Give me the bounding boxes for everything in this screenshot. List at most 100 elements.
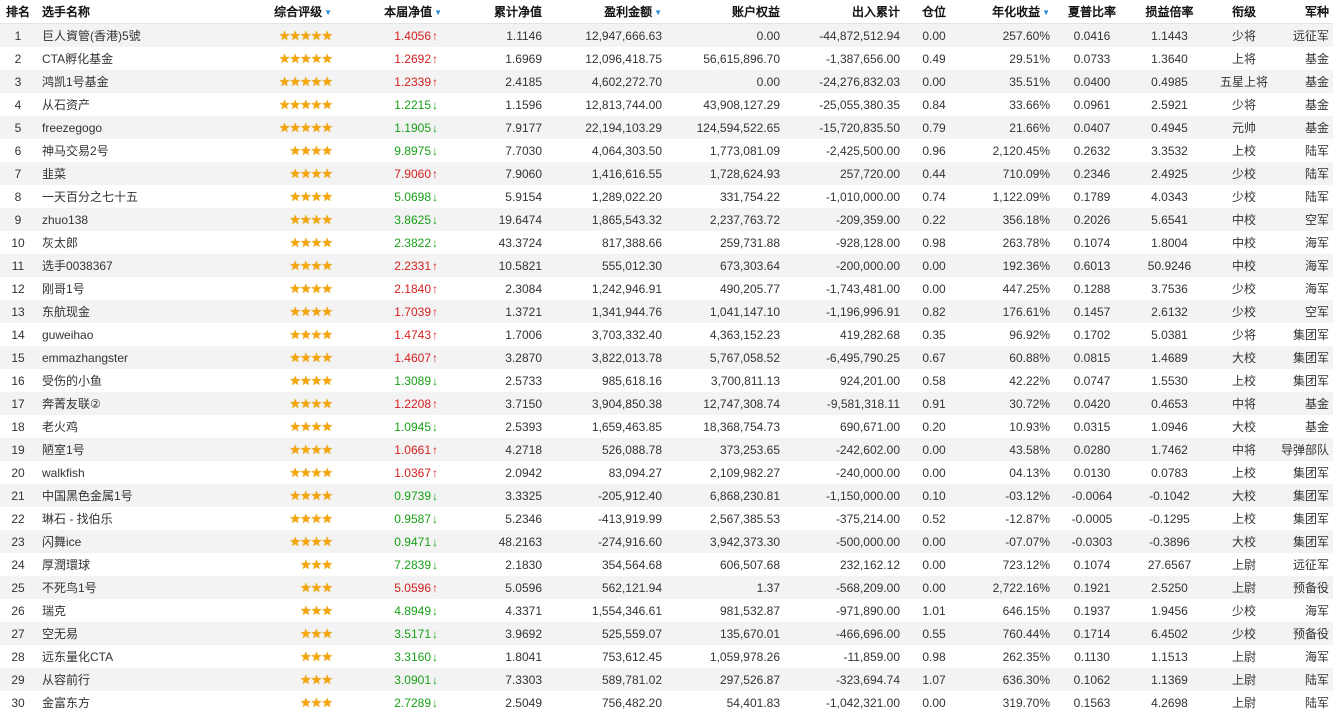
pl-ratio-cell: 1.1443 <box>1130 23 1209 47</box>
annual-cell: 262.35% <box>964 645 1054 668</box>
player-name-link[interactable]: 选手0038367 <box>36 254 246 277</box>
sharpe-cell: -0.0064 <box>1054 484 1130 507</box>
arrow-down-icon: ↓ <box>432 488 438 503</box>
cum-nav-cell: 5.9154 <box>446 185 546 208</box>
player-name-link[interactable]: 不死鸟1号 <box>36 576 246 599</box>
nav-cell: 1.7039↑ <box>336 300 446 323</box>
star-icon: ★★★★ <box>289 372 333 388</box>
player-name-link[interactable]: 瑞克 <box>36 599 246 622</box>
player-name-link[interactable]: 受伤的小鱼 <box>36 369 246 392</box>
nav-value: 1.0661 <box>394 442 431 457</box>
player-name-link[interactable]: 韭菜 <box>36 162 246 185</box>
sharpe-cell: 0.1789 <box>1054 185 1130 208</box>
title-cell: 上校 <box>1209 461 1279 484</box>
player-name-link[interactable]: zhuo138 <box>36 208 246 231</box>
player-name-link[interactable]: 远东量化CTA <box>36 645 246 668</box>
nav-cell: 1.1905↓ <box>336 116 446 139</box>
player-name-link[interactable]: 厚潤環球 <box>36 553 246 576</box>
rank-cell: 28 <box>0 645 36 668</box>
pl-ratio-cell: 5.0381 <box>1130 323 1209 346</box>
annual-cell: 35.51% <box>964 70 1054 93</box>
col-header-annual[interactable]: 年化收益 ▼ <box>964 0 1054 24</box>
sharpe-cell: 0.0420 <box>1054 392 1130 415</box>
table-row: 23 闪舞ice ★★★★ 0.9471↓ 48.2163 -274,916.60 3,94… <box>0 530 1333 553</box>
player-name-link[interactable]: 东航现金 <box>36 300 246 323</box>
cum-nav-cell: 4.2718 <box>446 438 546 461</box>
cum-nav-cell: 2.3084 <box>446 277 546 300</box>
nav-cell: 7.9060↑ <box>336 162 446 185</box>
position-cell: 0.00 <box>904 530 964 553</box>
title-cell: 上尉 <box>1209 576 1279 599</box>
annual-cell: 646.15% <box>964 599 1054 622</box>
sharpe-cell: 0.1062 <box>1054 668 1130 691</box>
pl-ratio-cell: 2.6132 <box>1130 300 1209 323</box>
sort-caret-icon[interactable]: ▼ <box>654 8 662 17</box>
col-header-position: 仓位 <box>904 0 964 24</box>
position-cell: 0.00 <box>904 553 964 576</box>
player-name-link[interactable]: 灰太郎 <box>36 231 246 254</box>
player-name-link[interactable]: guweihao <box>36 323 246 346</box>
profit-cell: 589,781.02 <box>546 668 666 691</box>
branch-cell: 预备役 <box>1279 622 1333 645</box>
player-name-link[interactable]: 鸿凯1号基金 <box>36 70 246 93</box>
position-cell: 0.55 <box>904 622 964 645</box>
player-name-link[interactable]: freezegogo <box>36 116 246 139</box>
arrow-down-icon: ↓ <box>432 120 438 135</box>
player-name-link[interactable]: 从容前行 <box>36 668 246 691</box>
profit-cell: 817,388.66 <box>546 231 666 254</box>
player-name-link[interactable]: 刚哥1号 <box>36 277 246 300</box>
pl-ratio-cell: 3.7536 <box>1130 277 1209 300</box>
arrow-up-icon: ↑ <box>432 304 438 319</box>
sharpe-cell: 0.0130 <box>1054 461 1130 484</box>
table-row: 7 韭菜 ★★★★ 7.9060↑ 7.9060 1,416,616.55 1,728,62… <box>0 162 1333 185</box>
sort-caret-icon[interactable]: ▼ <box>434 8 442 17</box>
player-name-link[interactable]: CTA孵化基金 <box>36 47 246 70</box>
title-cell: 大校 <box>1209 346 1279 369</box>
table-row: 8 一天百分之七十五 ★★★★ 5.0698↓ 5.9154 1,289,022.20 33… <box>0 185 1333 208</box>
position-cell: 0.98 <box>904 645 964 668</box>
star-icon: ★★★★ <box>289 234 333 250</box>
player-name-link[interactable]: 陋室1号 <box>36 438 246 461</box>
sort-caret-icon[interactable]: ▼ <box>1042 8 1050 17</box>
player-name-link[interactable]: 从石资产 <box>36 93 246 116</box>
branch-cell: 集团军 <box>1279 461 1333 484</box>
nav-value: 1.4743 <box>394 327 431 342</box>
col-header-nav[interactable]: 本届净值 ▼ <box>336 0 446 24</box>
sharpe-cell: 0.0747 <box>1054 369 1130 392</box>
player-name-link[interactable]: 琳石 - 找伯乐 <box>36 507 246 530</box>
flow-cell: -323,694.74 <box>784 668 904 691</box>
player-name-link[interactable]: 奔菁友联② <box>36 392 246 415</box>
title-cell: 大校 <box>1209 415 1279 438</box>
player-name-link[interactable]: 空无易 <box>36 622 246 645</box>
sort-caret-icon[interactable]: ▼ <box>324 8 332 17</box>
title-cell: 少校 <box>1209 599 1279 622</box>
player-name-link[interactable]: walkfish <box>36 461 246 484</box>
table-row: 5 freezegogo ★★★★★ 1.1905↓ 7.9177 22,194,103.… <box>0 116 1333 139</box>
player-name-link[interactable]: 金富东方 <box>36 691 246 714</box>
nav-value: 2.1840 <box>394 281 431 296</box>
sharpe-cell: 0.1937 <box>1054 599 1130 622</box>
cum-nav-cell: 1.1146 <box>446 23 546 47</box>
profit-cell: 1,554,346.61 <box>546 599 666 622</box>
player-name-link[interactable]: 神马交易2号 <box>36 139 246 162</box>
cum-nav-cell: 1.6969 <box>446 47 546 70</box>
cum-nav-cell: 1.3721 <box>446 300 546 323</box>
player-name-link[interactable]: 巨人資管(香港)5號 <box>36 23 246 47</box>
player-name-link[interactable]: 老火鸡 <box>36 415 246 438</box>
equity-cell: 124,594,522.65 <box>666 116 784 139</box>
nav-cell: 9.8975↓ <box>336 139 446 162</box>
sharpe-cell: 0.1702 <box>1054 323 1130 346</box>
col-header-rating[interactable]: 综合评级 ▼ <box>246 0 336 24</box>
equity-cell: 3,700,811.13 <box>666 369 784 392</box>
branch-cell: 集团军 <box>1279 346 1333 369</box>
rating-stars: ★★★★ <box>246 185 336 208</box>
player-name-link[interactable]: 闪舞ice <box>36 530 246 553</box>
annual-cell: 10.93% <box>964 415 1054 438</box>
table-body: 1 巨人資管(香港)5號 ★★★★★ 1.4056↑ 1.1146 12,947,666.… <box>0 23 1333 714</box>
profit-cell: 3,904,850.38 <box>546 392 666 415</box>
player-name-link[interactable]: 中国黑色金属1号 <box>36 484 246 507</box>
nav-value: 1.2215 <box>394 97 431 112</box>
player-name-link[interactable]: 一天百分之七十五 <box>36 185 246 208</box>
player-name-link[interactable]: emmazhangster <box>36 346 246 369</box>
col-header-profit[interactable]: 盈利金额 ▼ <box>546 0 666 24</box>
